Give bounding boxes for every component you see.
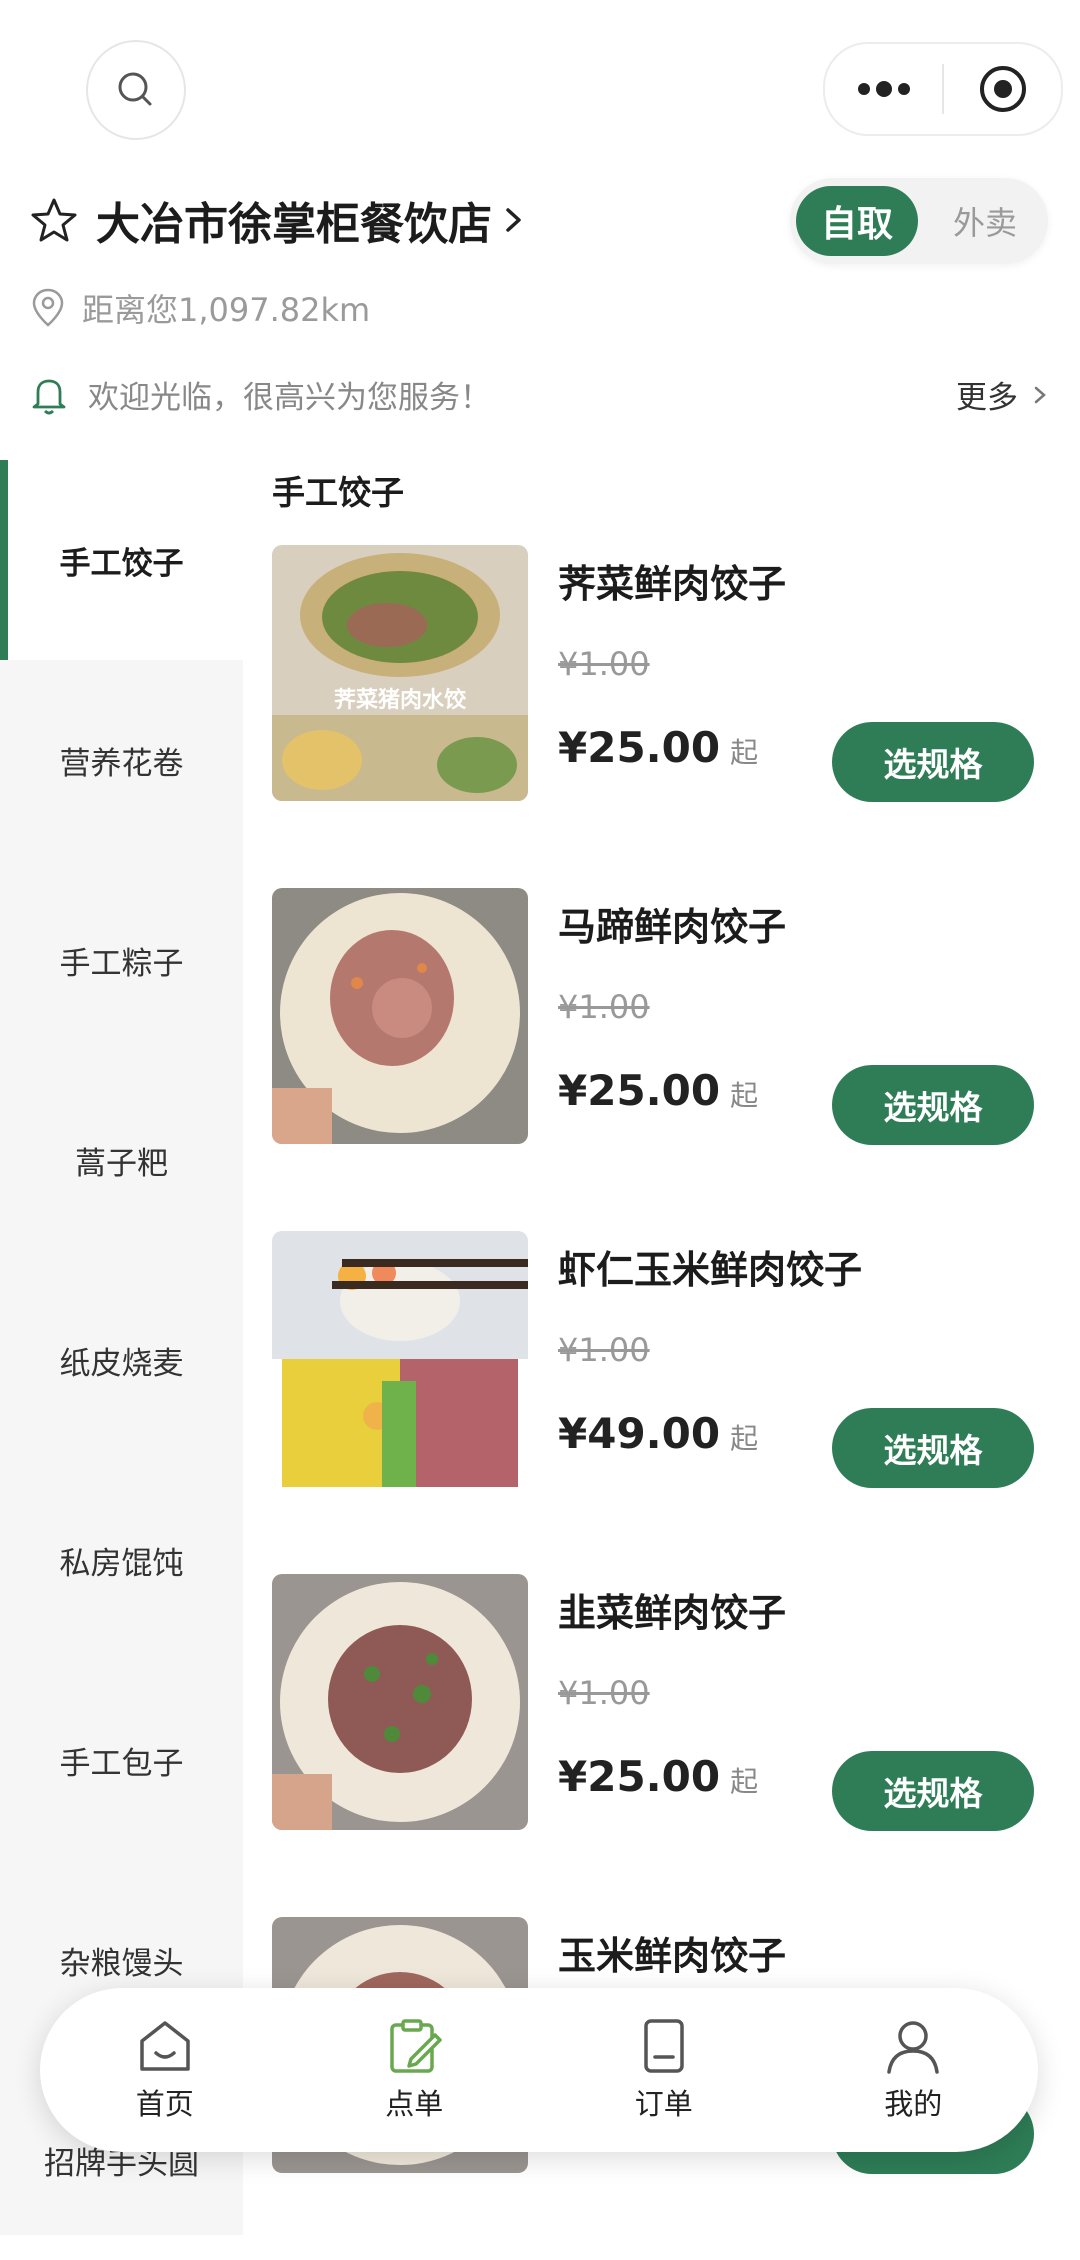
category-item[interactable]: 手工粽子 [0,860,243,1060]
product-image [272,1574,528,1830]
category-item[interactable]: 手工饺子 [0,460,243,660]
select-spec-button[interactable]: 选规格 [832,1408,1034,1488]
price-value: ¥25.00 [558,1066,721,1115]
product-name: 虾仁玉米鲜肉饺子 [558,1248,863,1292]
order-pad-icon [390,2019,442,2073]
pickup-option[interactable]: 自取 [796,186,918,256]
target-icon [979,66,1026,112]
receipt-icon [644,2019,684,2073]
location-pin-icon [32,288,64,327]
product-card[interactable]: 韭菜鲜肉饺子 ¥1.00 ¥25.00 起 选规格 [272,1574,1060,1834]
category-item[interactable]: 蒿子粑 [0,1060,243,1260]
nav-home[interactable]: 首页 [40,1988,290,2152]
section-title: 手工饺子 [272,473,404,512]
store-name: 大冶市徐掌柜餐饮店 [96,199,492,250]
product-name: 马蹄鲜肉饺子 [558,905,787,949]
product-price: ¥25.00 起 [558,723,758,772]
price-from-label: 起 [730,1765,759,1798]
original-price: ¥1.00 [558,988,650,1026]
original-price: ¥1.00 [558,1331,650,1369]
select-spec-button[interactable]: 选规格 [832,722,1034,802]
category-item[interactable]: 营养花卷 [0,660,243,860]
chevron-right-icon [506,208,521,232]
category-item[interactable]: 私房馄饨 [0,1460,243,1660]
nav-orders[interactable]: 订单 [539,1988,789,2152]
notice-bar: 欢迎光临，很高兴为您服务！ 更多 [30,372,1050,417]
image-caption: 荠菜猪肉水饺 [334,687,467,713]
product-price: ¥25.00 起 [558,1066,758,1115]
select-spec-button[interactable]: 选规格 [832,1065,1034,1145]
search-button[interactable] [86,40,186,140]
store-header[interactable]: 大冶市徐掌柜餐饮店 [30,190,526,250]
mini-program-capsule [823,42,1063,136]
bottom-nav: 首页 点单 订单 我的 [40,1988,1038,2152]
original-price: ¥1.00 [558,645,650,683]
price-value: ¥25.00 [558,1752,721,1801]
more-link[interactable]: 更多 [956,372,1050,417]
bell-icon [32,379,66,414]
close-mini-program-button[interactable] [944,44,1061,134]
fulfillment-toggle: 自取 外卖 [790,178,1048,264]
search-icon [118,72,152,106]
select-spec-button[interactable]: 选规格 [832,1751,1034,1831]
chevron-right-icon [1034,386,1046,403]
more-dots-icon [857,81,910,97]
price-from-label: 起 [730,1422,759,1455]
price-from-label: 起 [730,1079,759,1112]
product-name: 荠菜鲜肉饺子 [558,562,787,606]
product-name: 玉米鲜肉饺子 [558,1934,787,1978]
product-image [272,888,528,1144]
more-label: 更多 [956,380,1018,416]
notice-text: 欢迎光临，很高兴为您服务！ [88,380,491,416]
original-price: ¥1.00 [558,1674,650,1712]
distance-row: 距离您1,097.82km [30,285,370,331]
product-image: 荠菜猪肉水饺 [272,545,528,801]
category-item[interactable]: 纸皮烧麦 [0,1260,243,1460]
more-button[interactable] [825,44,942,134]
nav-order[interactable]: 点单 [290,1988,540,2152]
nav-label: 订单 [634,2087,693,2121]
nav-profile[interactable]: 我的 [789,1988,1039,2152]
price-value: ¥25.00 [558,723,721,772]
category-item[interactable]: 手工包子 [0,1660,243,1860]
delivery-option[interactable]: 外卖 [930,186,1040,256]
product-image [272,1231,528,1487]
favorite-star-icon[interactable] [30,196,78,244]
product-card[interactable]: 马蹄鲜肉饺子 ¥1.00 ¥25.00 起 选规格 [272,888,1060,1148]
product-price: ¥25.00 起 [558,1752,758,1801]
user-icon [887,2021,939,2074]
home-icon [140,2021,190,2071]
product-card[interactable]: 荠菜猪肉水饺 荠菜鲜肉饺子 ¥1.00 ¥25.00 起 选规格 [272,545,1060,805]
product-price: ¥49.00 起 [558,1409,758,1458]
nav-label: 点单 [385,2087,444,2121]
product-name: 韭菜鲜肉饺子 [558,1591,787,1635]
price-from-label: 起 [730,736,759,769]
category-sidebar: 手工饺子 营养花卷 手工粽子 蒿子粑 纸皮烧麦 私房馄饨 手工包子 杂粮馒头 招… [0,460,243,2235]
distance-text: 距离您1,097.82km [82,291,371,329]
product-card[interactable]: 虾仁玉米鲜肉饺子 ¥1.00 ¥49.00 起 选规格 [272,1231,1060,1491]
price-value: ¥49.00 [558,1409,721,1458]
nav-label: 首页 [135,2087,194,2121]
nav-label: 我的 [884,2087,943,2121]
